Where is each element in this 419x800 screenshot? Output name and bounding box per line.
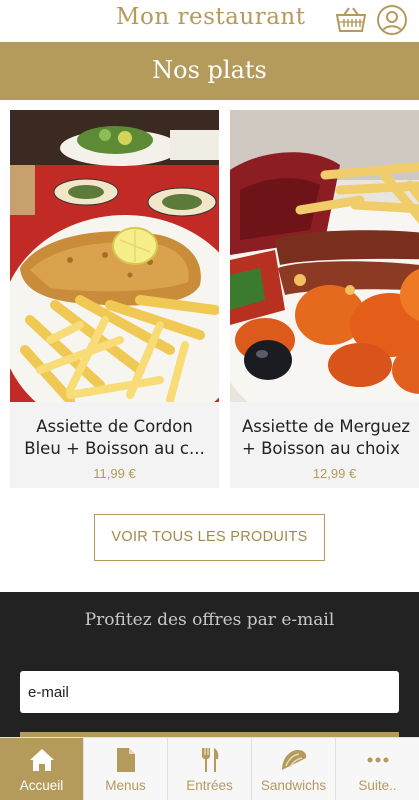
see-all-products-button[interactable]: VOIR TOUS LES PRODUITS bbox=[94, 514, 325, 561]
cart-button[interactable] bbox=[335, 6, 367, 34]
home-icon bbox=[29, 749, 54, 771]
basket-icon bbox=[335, 7, 367, 32]
top-bar: Mon restaurant bbox=[0, 0, 419, 42]
product-name-line-1: Assiette de Cordon bbox=[36, 417, 193, 436]
product-name-line-1: Assiette de Merguez bbox=[242, 417, 411, 436]
fork-knife-icon bbox=[201, 748, 218, 772]
product-name-line-2: + Boisson au choix bbox=[242, 439, 400, 458]
more-icon bbox=[367, 757, 388, 763]
tab-label: Sandwichs bbox=[260, 778, 327, 793]
document-icon bbox=[116, 748, 135, 772]
product-price: 11,99 € bbox=[93, 466, 136, 481]
tab-label: Suite.. bbox=[358, 778, 397, 793]
tab-label: Accueil bbox=[19, 778, 64, 793]
bottom-tab-bar: Accueil Menus Entrées Sandwichs Suite.. bbox=[0, 737, 419, 800]
product-name: Assiette de Cordon Bleu + Boisson au c..… bbox=[14, 416, 215, 460]
tab-menus[interactable]: Menus bbox=[84, 738, 168, 800]
product-info[interactable]: Assiette de Merguez + Boisson au choix 1… bbox=[230, 402, 419, 488]
product-name: Assiette de Merguez + Boisson au choix bbox=[230, 416, 419, 460]
product-image[interactable] bbox=[230, 110, 419, 402]
newsletter-title: Profitez des offres par e-mail bbox=[84, 610, 335, 630]
product-name-line-2: Bleu + Boisson au c... bbox=[24, 439, 205, 458]
product-image[interactable] bbox=[10, 110, 219, 402]
tab-accueil[interactable]: Accueil bbox=[0, 738, 84, 800]
product-card[interactable]: Assiette de Merguez + Boisson au choix 1… bbox=[230, 110, 419, 488]
newsletter-section: Profitez des offres par e-mail bbox=[0, 592, 419, 737]
tab-entrees[interactable]: Entrées bbox=[168, 738, 252, 800]
cordon-bleu-fries-photo bbox=[10, 110, 219, 402]
product-carousel[interactable]: Assiette de Cordon Bleu + Boisson au c..… bbox=[0, 100, 419, 500]
product-info[interactable]: Assiette de Cordon Bleu + Boisson au c..… bbox=[10, 402, 219, 488]
section-title: Nos plats bbox=[152, 56, 267, 84]
app-title: Mon restaurant bbox=[116, 4, 306, 30]
user-button[interactable] bbox=[377, 5, 407, 35]
email-field[interactable] bbox=[20, 671, 399, 713]
tab-label: Menus bbox=[105, 778, 146, 793]
tab-suite[interactable]: Suite.. bbox=[336, 738, 419, 800]
merguez-fries-photo bbox=[230, 110, 419, 402]
product-price: 12,99 € bbox=[312, 466, 357, 481]
tab-label: Entrées bbox=[186, 778, 233, 793]
section-banner: Nos plats bbox=[0, 42, 419, 100]
user-icon bbox=[381, 11, 403, 33]
taco-icon bbox=[281, 750, 306, 770]
tab-sandwichs[interactable]: Sandwichs bbox=[252, 738, 336, 800]
product-card[interactable]: Assiette de Cordon Bleu + Boisson au c..… bbox=[10, 110, 219, 488]
